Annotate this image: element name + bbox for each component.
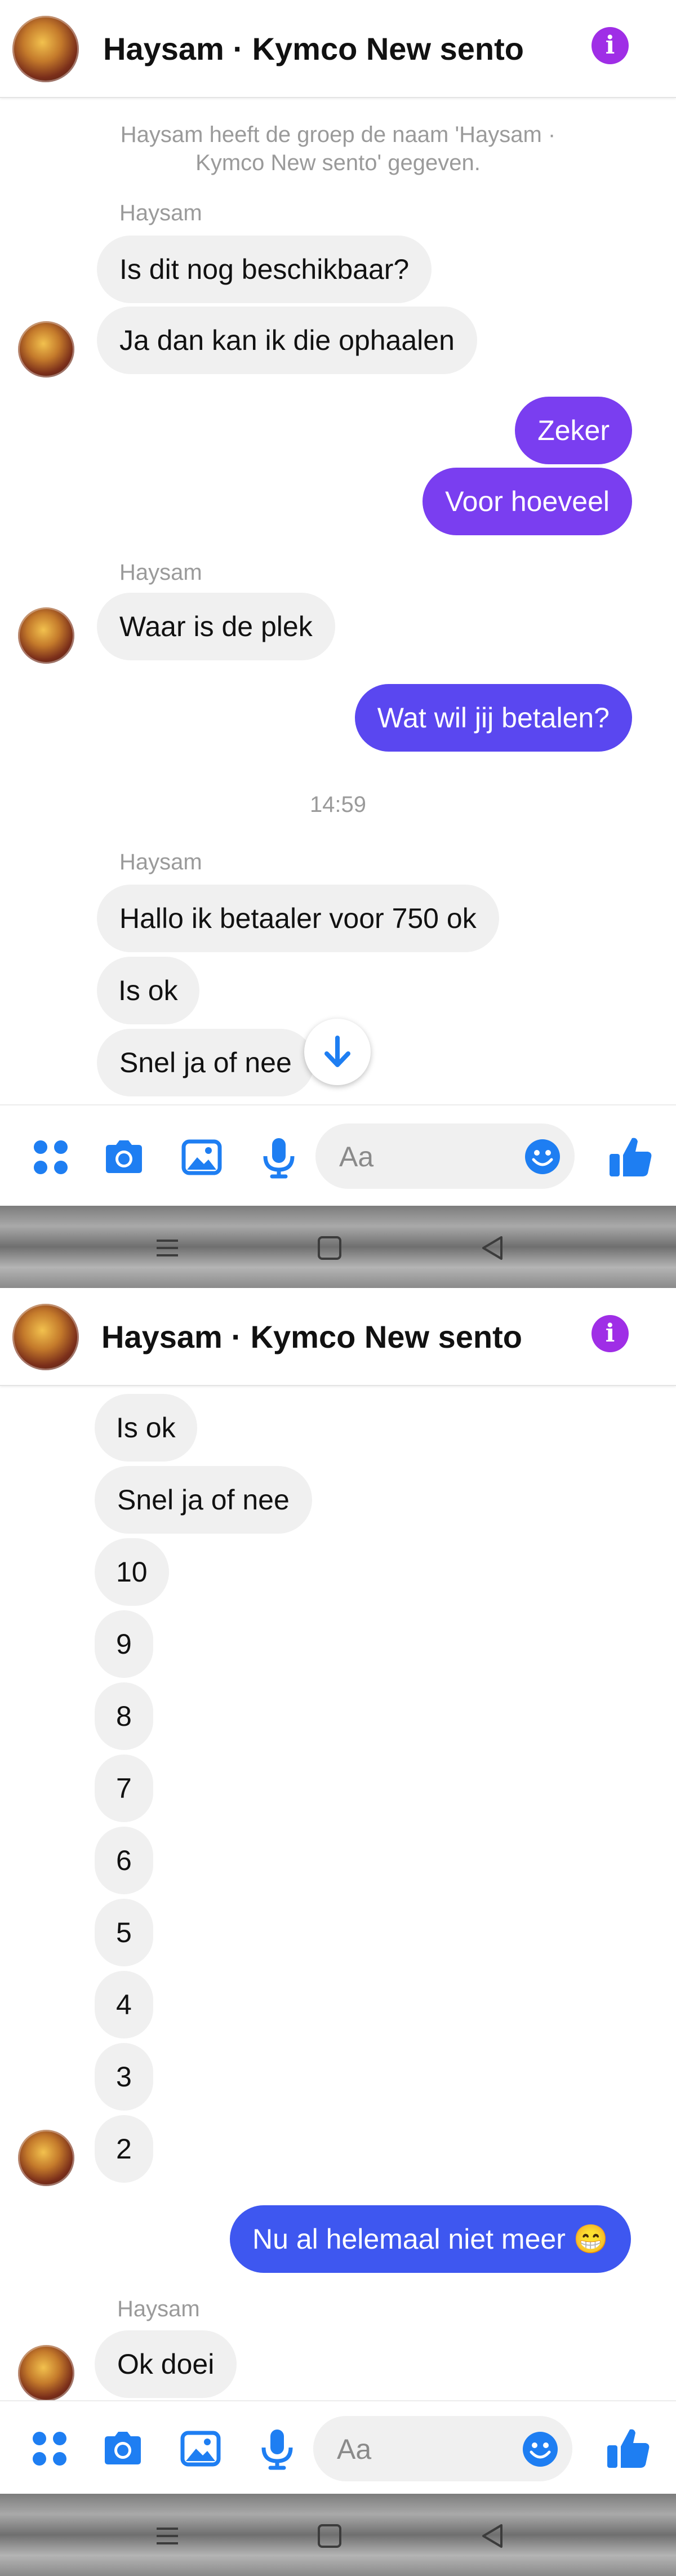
incoming-message[interactable]: 10 xyxy=(95,1538,169,1606)
incoming-message[interactable]: Is ok xyxy=(97,957,199,1024)
camera-icon[interactable] xyxy=(100,2426,145,2471)
chat-header: Haysam · Kymco New sento i xyxy=(0,1288,676,1386)
screenshot-1: Haysam · Kymco New sento i Haysam heeft … xyxy=(0,0,676,1288)
incoming-message[interactable]: Waar is de plek xyxy=(97,593,335,660)
recent-apps-icon[interactable] xyxy=(148,2516,187,2556)
sender-avatar[interactable] xyxy=(18,2130,74,2186)
thumbs-up-icon[interactable] xyxy=(604,2424,652,2472)
incoming-message[interactable]: Ok doei xyxy=(95,2330,237,2398)
incoming-message[interactable]: Hallo ik betaaler voor 750 ok xyxy=(97,885,499,952)
home-icon[interactable] xyxy=(310,1228,349,1268)
sender-name: Haysam xyxy=(119,850,202,874)
composer-toolbar xyxy=(0,2400,676,2495)
system-navigation-bar xyxy=(0,1206,676,1288)
incoming-message[interactable]: 6 xyxy=(95,1827,153,1894)
microphone-icon[interactable] xyxy=(256,1135,301,1180)
sender-avatar[interactable] xyxy=(18,2345,74,2401)
incoming-message[interactable]: Snel ja of nee xyxy=(95,1466,312,1534)
incoming-message[interactable]: Is ok xyxy=(95,1394,197,1462)
incoming-message[interactable]: 9 xyxy=(95,1610,153,1678)
emoji-icon[interactable] xyxy=(524,1138,561,1175)
incoming-message[interactable]: Is dit nog beschikbaar? xyxy=(97,236,432,303)
sender-name: Haysam xyxy=(119,201,202,225)
incoming-message[interactable]: 2 xyxy=(95,2115,153,2183)
screenshot-2: Haysam · Kymco New sento i Is ok Snel ja… xyxy=(0,1288,676,2576)
message-composer[interactable] xyxy=(315,1123,575,1190)
gallery-icon[interactable] xyxy=(179,1135,224,1180)
chat-header: Haysam · Kymco New sento i xyxy=(0,0,676,98)
back-icon[interactable] xyxy=(473,2516,513,2556)
scroll-down-button[interactable] xyxy=(304,1019,371,1085)
emoji-icon[interactable] xyxy=(522,2431,559,2468)
incoming-message[interactable]: Snel ja of nee xyxy=(97,1029,314,1096)
back-icon[interactable] xyxy=(473,1228,513,1268)
info-icon[interactable]: i xyxy=(592,1315,629,1352)
recent-apps-icon[interactable] xyxy=(148,1228,187,1268)
system-notice: Haysam heeft de groep de naam 'Haysam · … xyxy=(120,122,556,175)
incoming-message[interactable]: 4 xyxy=(95,1971,153,2038)
home-icon[interactable] xyxy=(310,2516,349,2556)
chat-title[interactable]: Haysam · Kymco New sento xyxy=(101,1318,522,1355)
outgoing-message[interactable]: Zeker xyxy=(515,397,632,464)
incoming-message[interactable]: 3 xyxy=(95,2043,153,2111)
composer-toolbar xyxy=(0,1104,676,1207)
message-input[interactable] xyxy=(336,2416,507,2482)
sender-avatar[interactable] xyxy=(18,607,74,664)
camera-icon[interactable] xyxy=(101,1135,146,1180)
incoming-message[interactable]: 7 xyxy=(95,1755,153,1822)
sender-name: Haysam xyxy=(117,2297,200,2321)
incoming-message[interactable]: 8 xyxy=(95,1682,153,1750)
incoming-message[interactable]: Ja dan kan ik die ophaalen xyxy=(97,307,477,374)
sender-avatar[interactable] xyxy=(18,321,74,377)
outgoing-message[interactable]: Nu al helemaal niet meer 😁 xyxy=(230,2205,631,2273)
incoming-message[interactable]: 5 xyxy=(95,1899,153,1966)
timestamp: 14:59 xyxy=(309,792,367,817)
arrow-down-icon xyxy=(324,1036,350,1067)
info-icon[interactable]: i xyxy=(592,27,629,64)
menu-dots-icon[interactable] xyxy=(28,1135,73,1180)
gallery-icon[interactable] xyxy=(178,2426,223,2471)
menu-dots-icon[interactable] xyxy=(27,2426,72,2471)
message-input[interactable] xyxy=(338,1123,509,1190)
outgoing-message[interactable]: Voor hoeveel xyxy=(422,468,632,535)
group-avatar[interactable] xyxy=(12,16,79,82)
system-navigation-bar xyxy=(0,2494,676,2576)
group-avatar[interactable] xyxy=(12,1304,79,1370)
thumbs-up-icon[interactable] xyxy=(606,1132,655,1181)
message-composer[interactable] xyxy=(313,2416,572,2482)
outgoing-message[interactable]: Wat wil jij betalen? xyxy=(354,684,632,752)
microphone-icon[interactable] xyxy=(255,2426,300,2471)
chat-title[interactable]: Haysam · Kymco New sento xyxy=(103,30,524,67)
sender-name: Haysam xyxy=(119,560,202,585)
